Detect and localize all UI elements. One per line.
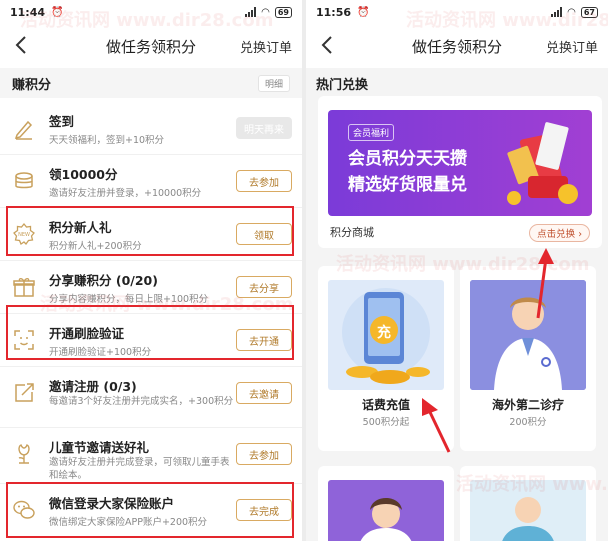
- status-time: 11:44: [10, 5, 46, 19]
- coins-icon: [15, 172, 33, 189]
- product-price: 500积分起: [362, 417, 410, 428]
- points-mall-card: 会员福利 会员积分天天攒 精选好货限量兑 积分商城 点击兑换 ›: [318, 96, 602, 248]
- task-description: 邀请好友注册并完成登录，可领取儿童手表和绘本。: [49, 457, 230, 481]
- wifi-icon: ◠: [567, 6, 576, 18]
- back-arrow-icon[interactable]: [10, 32, 34, 58]
- flower-icon: [18, 444, 30, 464]
- task-action-button[interactable]: 领取: [236, 223, 292, 245]
- recharge-glyph: 充: [377, 325, 391, 341]
- product-image: [328, 480, 444, 541]
- status-time: 11:56: [316, 5, 352, 19]
- hot-exchange-title: 热门兑换: [316, 78, 369, 93]
- svg-text:NEW: NEW: [18, 232, 30, 238]
- earn-points-header: 赚积分 明细: [0, 68, 302, 98]
- nurse-illustration: [360, 498, 412, 541]
- signal-icon: [245, 7, 257, 17]
- task-row: 微信登录大家保险账户 微信绑定大家保险APP账户+200积分 去完成: [0, 484, 302, 541]
- pen-icon: [14, 120, 33, 140]
- task-row: 领10000分 邀请好友注册并登录，+10000积分 去参加: [0, 155, 302, 208]
- task-row: 开通刷脸验证 开通刷脸验证+100积分 去开通: [0, 314, 302, 367]
- alarm-icon: ⏰: [357, 6, 370, 18]
- page-title: 做任务领积分: [411, 37, 502, 56]
- task-name: 签到: [49, 114, 75, 129]
- new-gift-icon: NEW: [13, 222, 35, 246]
- red-envelope-illustration: [507, 122, 578, 205]
- task-name: 积分新人礼: [49, 220, 112, 235]
- task-name: 开通刷脸验证: [49, 326, 125, 341]
- task-action-button[interactable]: 去分享: [236, 276, 292, 298]
- task-name: 微信登录大家保险账户: [49, 496, 175, 511]
- product-image: [470, 480, 586, 541]
- battery-icon: 69: [274, 6, 292, 18]
- left-screen: 11:44 ⏰ ◠ 69 做任务领积分 兑换订单 赚积分 明细 签到 天天领福利…: [0, 0, 302, 541]
- task-name: 领10000分: [49, 167, 118, 182]
- member-benefits-banner[interactable]: 会员福利 会员积分天天攒 精选好货限量兑: [328, 110, 592, 216]
- signal-icon: [551, 7, 563, 17]
- task-description: 积分新人礼+200积分: [49, 241, 142, 252]
- status-bar: 11:44 ⏰ ◠ 69: [0, 0, 302, 24]
- task-action-button[interactable]: 去完成: [236, 499, 292, 521]
- face-scan-icon: [14, 330, 34, 350]
- alarm-icon: ⏰: [51, 6, 64, 18]
- battery-icon: 67: [580, 6, 598, 18]
- click-redeem-button[interactable]: 点击兑换 ›: [529, 224, 590, 242]
- doctor-image: [470, 280, 586, 390]
- page-title: 做任务领积分: [105, 37, 196, 56]
- nav-bar: 做任务领积分 兑换订单: [0, 24, 302, 68]
- task-name: 儿童节邀请送好礼: [49, 440, 150, 455]
- wifi-icon: ◠: [261, 6, 270, 18]
- task-action-button[interactable]: 去开通: [236, 329, 292, 351]
- task-description: 开通刷脸验证+100积分: [49, 347, 152, 358]
- exchange-orders-link[interactable]: 兑换订单: [546, 37, 598, 56]
- nav-bar: 做任务领积分 兑换订单: [306, 24, 608, 68]
- points-mall-label: 积分商城: [330, 226, 374, 239]
- task-description: 天天领福利，签到+10积分: [49, 135, 165, 146]
- back-arrow-icon[interactable]: [316, 32, 340, 58]
- member-benefits-badge: 会员福利: [348, 124, 395, 141]
- task-name: 邀请注册 (0/3): [49, 379, 137, 394]
- task-row: 分享赚积分 (0/20) 分享内容赚积分，每日上限+100积分 去分享: [0, 261, 302, 314]
- share-gift-icon: [13, 278, 35, 297]
- task-description: 分享内容赚积分，每日上限+100积分: [49, 294, 209, 305]
- product-name: 话费充值: [361, 398, 410, 412]
- task-row: 儿童节邀请送好礼 邀请好友注册并完成登录，可领取儿童手表和绘本。 去参加: [0, 428, 302, 484]
- doctor-illustration: [502, 497, 554, 541]
- right-screen: 11:56 ⏰ ◠ 67 做任务领积分 兑换订单 热门兑换 会员福利 会员积分天…: [306, 0, 608, 541]
- task-action-button[interactable]: 去参加: [236, 170, 292, 192]
- exchange-orders-link[interactable]: 兑换订单: [240, 37, 292, 56]
- details-button[interactable]: 明细: [257, 74, 290, 92]
- task-action-button[interactable]: 去参加: [236, 443, 292, 465]
- task-description: 每邀请3个好友注册并完成实名，+300积分: [49, 396, 234, 407]
- product-card-overseas-consultation[interactable]: 海外第二诊疗 200积分: [460, 266, 596, 451]
- product-card-phone-recharge[interactable]: 充 话费充值 500积分起: [318, 266, 454, 451]
- invite-icon: [15, 383, 34, 402]
- task-action-button[interactable]: 明天再来: [236, 117, 292, 139]
- wechat-icon: [13, 500, 35, 519]
- earn-points-label: 赚积分: [12, 77, 52, 93]
- task-description: 邀请好友注册并登录，+10000积分: [49, 188, 202, 199]
- phone-recharge-image: 充: [328, 280, 444, 390]
- task-row: NEW 积分新人礼 积分新人礼+200积分 领取: [0, 208, 302, 261]
- task-row: 邀请注册 (0/3) 每邀请3个好友注册并完成实名，+300积分 去邀请: [0, 367, 302, 428]
- product-card[interactable]: [318, 466, 454, 541]
- task-row: 签到 天天领福利，签到+10积分 明天再来: [0, 102, 302, 155]
- task-description: 微信绑定大家保险APP账户+200积分: [49, 517, 208, 528]
- banner-line-2: 精选好货限量兑: [348, 175, 467, 195]
- task-action-button[interactable]: 去邀请: [236, 382, 292, 404]
- status-bar: 11:56 ⏰ ◠ 67: [306, 0, 608, 24]
- product-name: 海外第二诊疗: [491, 398, 564, 412]
- banner-line-1: 会员积分天天攒: [348, 149, 467, 169]
- product-card[interactable]: [460, 466, 596, 541]
- task-name: 分享赚积分 (0/20): [49, 273, 158, 288]
- doctor-illustration: [470, 280, 586, 390]
- product-price: 200积分: [509, 417, 547, 428]
